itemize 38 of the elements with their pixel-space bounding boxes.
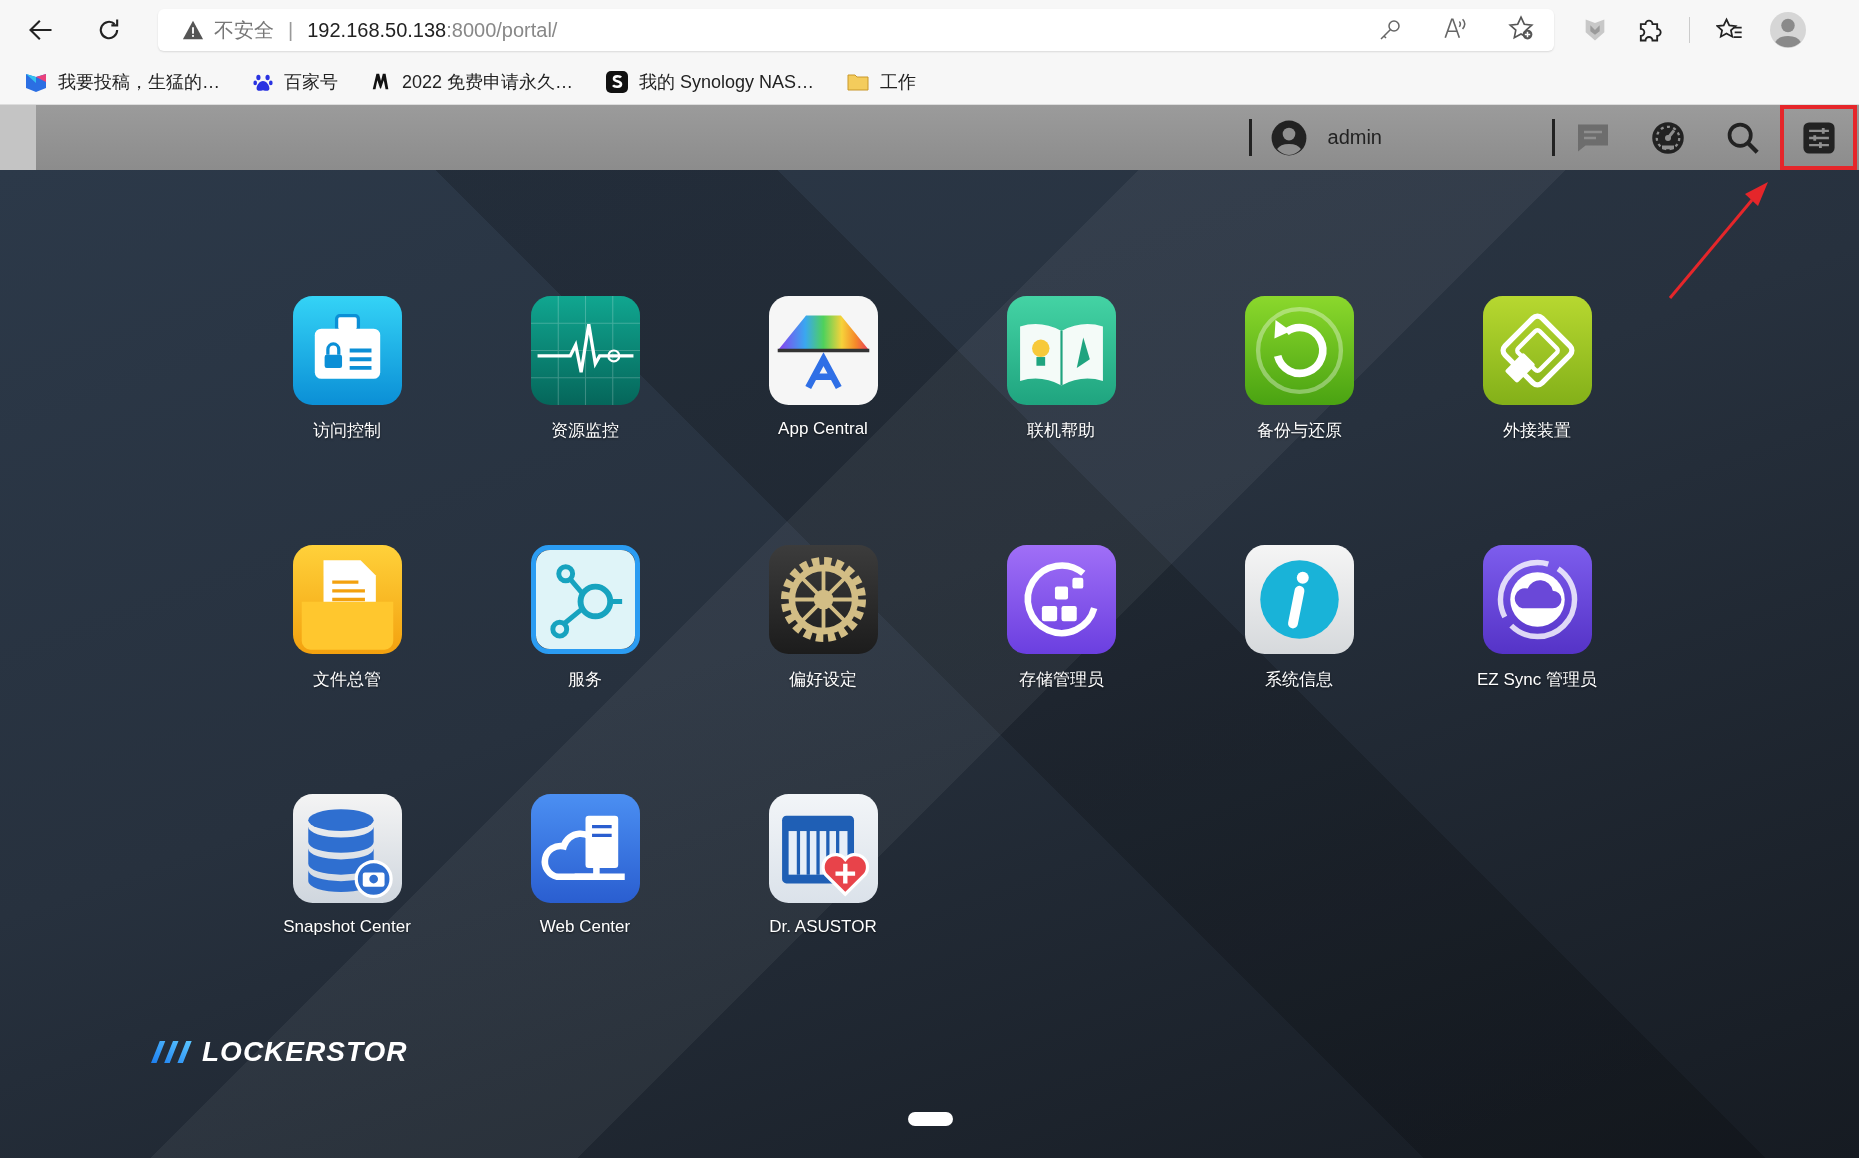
- app-launcher[interactable]: Web Center: [530, 794, 640, 937]
- profile-avatar-icon[interactable]: [1770, 12, 1806, 48]
- sliders-icon: [1801, 120, 1836, 155]
- user-name[interactable]: admin: [1327, 126, 1382, 149]
- app-launcher[interactable]: 文件总管: [292, 545, 402, 691]
- app-launcher[interactable]: 资源监控: [530, 296, 640, 442]
- app-launcher[interactable]: 联机帮助: [1006, 296, 1116, 442]
- bookmark[interactable]: 我的 Synology NAS…: [601, 66, 819, 98]
- app-launcher[interactable]: EZ Sync 管理员: [1477, 545, 1597, 691]
- page-indicator[interactable]: [908, 1112, 953, 1126]
- url-path: :8000/portal/: [446, 18, 558, 42]
- gauge-icon: [1649, 119, 1686, 156]
- add-favorite-icon[interactable]: [1508, 14, 1534, 41]
- brand-name: LOCKERSTOR: [202, 1036, 408, 1068]
- warning-icon: [182, 19, 204, 41]
- app-launcher[interactable]: 访问控制: [292, 296, 402, 442]
- search-icon: [1725, 120, 1760, 155]
- bookmark[interactable]: 百家号: [248, 66, 342, 98]
- url-host: 192.168.50.138: [307, 18, 447, 42]
- app-launcher[interactable]: 存储管理员: [1006, 545, 1116, 691]
- address-separator: |: [288, 18, 294, 42]
- bookmark[interactable]: 2022 免费申请永久…: [366, 66, 578, 98]
- address-bar[interactable]: 不安全 | 192.168.50.138:8000/portal/: [158, 9, 1554, 51]
- app-launcher[interactable]: 系统信息: [1244, 545, 1354, 691]
- app-launcher[interactable]: 备份与还原: [1244, 296, 1354, 442]
- user-avatar-icon: [1269, 118, 1308, 157]
- toolbar-button[interactable]: [1780, 105, 1857, 170]
- bookmark[interactable]: 我要投稿，生猛的…: [20, 66, 224, 98]
- app-launcher[interactable]: 偏好设定: [768, 545, 878, 691]
- security-label[interactable]: 不安全: [214, 16, 274, 44]
- app-launcher[interactable]: Dr. ASUSTOR: [768, 794, 878, 937]
- app-launcher[interactable]: 服务: [530, 545, 640, 691]
- bookmark-site-icon: [605, 70, 630, 94]
- app-launcher[interactable]: App Central: [768, 296, 878, 439]
- bookmark[interactable]: 工作: [842, 66, 921, 98]
- key-icon[interactable]: [1378, 18, 1402, 42]
- app-launcher[interactable]: 外接装置: [1482, 296, 1592, 442]
- app-launcher[interactable]: Snapshot Center: [283, 794, 411, 937]
